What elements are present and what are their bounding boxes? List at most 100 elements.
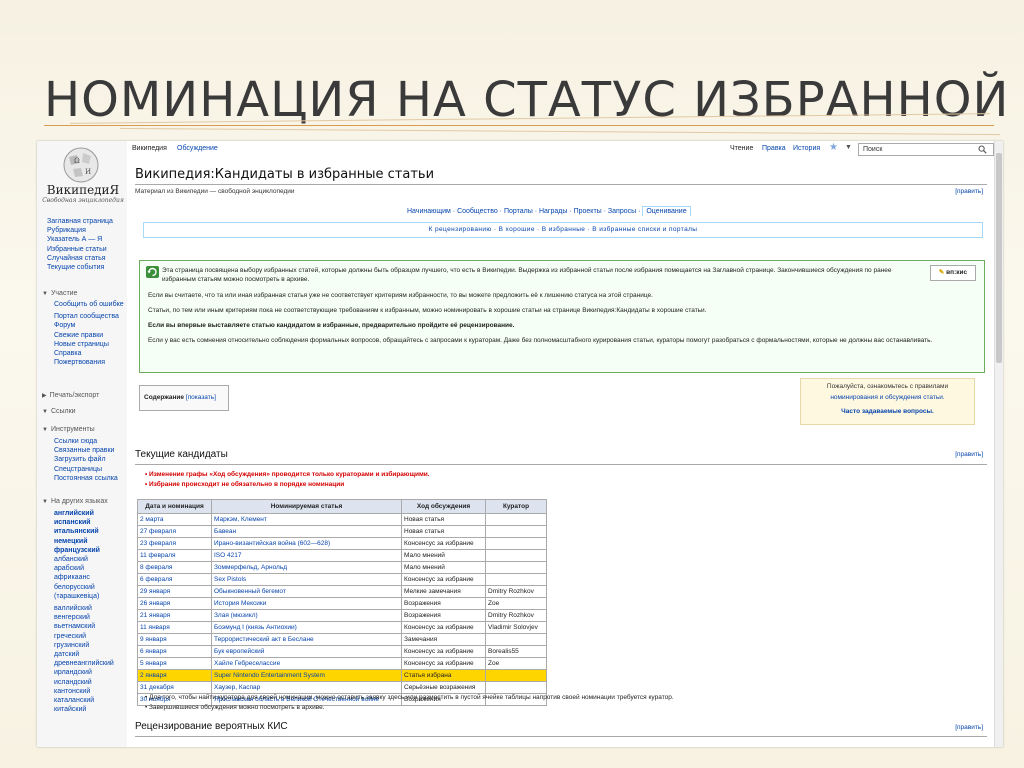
- sidebar-link[interactable]: Связанные правки: [54, 446, 118, 455]
- language-link[interactable]: исландский: [54, 678, 116, 687]
- sidebar-link[interactable]: Текущие события: [47, 263, 113, 272]
- language-link[interactable]: каталанский: [54, 696, 116, 705]
- curator: [485, 681, 547, 694]
- sidebar-section-languages[interactable]: ▼ На других языках: [42, 498, 108, 505]
- sidebar-link[interactable]: Указатель А — Я: [47, 235, 113, 244]
- nomination-date[interactable]: 6 февраля: [137, 573, 212, 586]
- sidebar-section-participation[interactable]: ▼ Участие: [42, 290, 77, 297]
- nominated-article[interactable]: Зоммерфельд, Арнольд: [211, 561, 402, 574]
- title-divider: [135, 184, 987, 185]
- nomination-date[interactable]: 8 февраля: [137, 561, 212, 574]
- scrollbar[interactable]: [994, 141, 1003, 747]
- nomination-date[interactable]: 2 марта: [137, 513, 212, 526]
- edit-link[interactable]: [править]: [955, 188, 983, 195]
- tab-page[interactable]: Википедия: [132, 145, 167, 152]
- sidebar-link[interactable]: Избранные статьи: [47, 245, 113, 254]
- portal-tab-current[interactable]: Оценивание: [642, 206, 691, 216]
- language-link[interactable]: белорусский (тарашкевіца): [54, 583, 116, 601]
- language-link[interactable]: древнеанглийский: [54, 659, 116, 668]
- sidebar-link[interactable]: Спецстраницы: [54, 465, 118, 474]
- sidebar-link[interactable]: Ссылки сюда: [54, 437, 118, 446]
- language-link[interactable]: английский: [54, 509, 116, 518]
- language-link[interactable]: итальянский: [54, 527, 116, 536]
- chevron-down-icon[interactable]: ▼: [845, 144, 852, 151]
- tab-history[interactable]: История: [793, 145, 820, 152]
- language-link[interactable]: арабский: [54, 564, 116, 573]
- language-link[interactable]: валлийский: [54, 604, 116, 613]
- nomination-date[interactable]: 9 января: [137, 633, 212, 646]
- pencil-icon: ✎: [938, 269, 945, 276]
- language-link[interactable]: грузинский: [54, 641, 116, 650]
- scrollbar-thumb[interactable]: [996, 153, 1002, 363]
- sidebar-link[interactable]: Загрузить файл: [54, 455, 118, 464]
- watch-star-icon[interactable]: ★: [829, 142, 838, 153]
- nominated-article[interactable]: Бук европейский: [211, 645, 402, 658]
- language-link[interactable]: африкаанс: [54, 573, 116, 582]
- nomination-date[interactable]: 6 января: [137, 645, 212, 658]
- sidebar-link[interactable]: Пожертвования: [54, 358, 124, 367]
- column-header: Ход обсуждения: [401, 499, 486, 514]
- language-link[interactable]: венгерский: [54, 613, 116, 622]
- sidebar-link[interactable]: Свежие правки: [54, 331, 124, 340]
- tab-talk[interactable]: Обсуждение: [177, 145, 218, 152]
- sidebar-link[interactable]: Новые страницы: [54, 340, 124, 349]
- nomination-date[interactable]: 29 января: [137, 585, 212, 598]
- edit-link[interactable]: [править]: [955, 724, 983, 731]
- nomination-date[interactable]: 5 января: [137, 657, 212, 670]
- portal-tabs-links[interactable]: Начинающим · Сообщество · Порталы · Нагр…: [407, 208, 640, 215]
- nominated-article[interactable]: Террористический акт в Беслане: [211, 633, 402, 646]
- nominated-article[interactable]: Маркэм, Клемент: [211, 513, 402, 526]
- tab-read[interactable]: Чтение: [730, 145, 753, 152]
- sidebar-link[interactable]: Сообщить об ошибке: [54, 300, 124, 309]
- sidebar-section-links[interactable]: ▼ Ссылки: [42, 408, 76, 415]
- info-line[interactable]: Пожалуйста, ознакомьтесь с правилами: [801, 381, 974, 392]
- sidebar-link[interactable]: Портал сообщества: [54, 312, 124, 321]
- nominated-article[interactable]: Super Nintendo Entertainment System: [211, 669, 402, 682]
- language-link[interactable]: кантонский: [54, 687, 116, 696]
- sidebar-section-tools[interactable]: ▼ Инструменты: [42, 426, 95, 433]
- nominated-article[interactable]: Sex Pistols: [211, 573, 402, 586]
- language-link[interactable]: китайский: [54, 705, 116, 714]
- info-line[interactable]: номинирования и обсуждения статьи.: [801, 392, 974, 403]
- nominated-article[interactable]: Хаузер, Каспар: [211, 681, 402, 694]
- tab-edit[interactable]: Правка: [762, 145, 786, 152]
- edit-link[interactable]: [править]: [955, 451, 983, 458]
- language-link[interactable]: испанский: [54, 518, 116, 527]
- language-link[interactable]: греческий: [54, 632, 116, 641]
- language-link[interactable]: французский: [54, 546, 116, 555]
- nominated-article[interactable]: История Мексики: [211, 597, 402, 610]
- nomination-date[interactable]: 31 декабря: [137, 681, 212, 694]
- search-input[interactable]: Поиск: [858, 143, 994, 156]
- sidebar-link[interactable]: Форум: [54, 321, 124, 330]
- sidebar-link[interactable]: Постоянная ссылка: [54, 474, 118, 483]
- nominated-article[interactable]: Злая (мюзикл): [211, 609, 402, 622]
- nominated-article[interactable]: Боэмунд I (князь Антиохии): [211, 621, 402, 634]
- nominated-article[interactable]: ISO 4217: [211, 549, 402, 562]
- language-link[interactable]: ирландский: [54, 668, 116, 677]
- portal-subnav[interactable]: К рецензированию · В хорошие · В избранн…: [143, 222, 983, 238]
- table-of-contents: Содержание [показать]: [139, 385, 229, 411]
- search-icon[interactable]: [978, 145, 987, 154]
- nominated-article[interactable]: Хайле Гебреселассие: [211, 657, 402, 670]
- language-link[interactable]: вьетнамский: [54, 622, 116, 631]
- sidebar-section-print[interactable]: ▶ Печать/экспорт: [42, 392, 99, 399]
- sidebar-link[interactable]: Заглавная страница: [47, 217, 113, 226]
- nominated-article[interactable]: Ирано-византийская война (602—628): [211, 537, 402, 550]
- language-link[interactable]: немецкий: [54, 537, 116, 546]
- sidebar-link[interactable]: Справка: [54, 349, 124, 358]
- nomination-date[interactable]: 23 февраля: [137, 537, 212, 550]
- nomination-date[interactable]: 11 января: [137, 621, 212, 634]
- nominated-article[interactable]: Обыкновенный бегемот: [211, 585, 402, 598]
- nomination-date[interactable]: 27 февраля: [137, 525, 212, 538]
- toc-toggle[interactable]: [показать]: [186, 394, 216, 401]
- sidebar-link[interactable]: Рубрикация: [47, 226, 113, 235]
- language-link[interactable]: датский: [54, 650, 116, 659]
- nomination-date[interactable]: 2 января: [137, 669, 212, 682]
- sidebar-link[interactable]: Случайная статья: [47, 254, 113, 263]
- language-link[interactable]: албанский: [54, 555, 116, 564]
- faq-link[interactable]: Часто задаваемые вопросы.: [801, 406, 974, 417]
- nomination-date[interactable]: 26 января: [137, 597, 212, 610]
- nomination-date[interactable]: 11 февраля: [137, 549, 212, 562]
- nomination-date[interactable]: 21 января: [137, 609, 212, 622]
- nominated-article[interactable]: Бавеан: [211, 525, 402, 538]
